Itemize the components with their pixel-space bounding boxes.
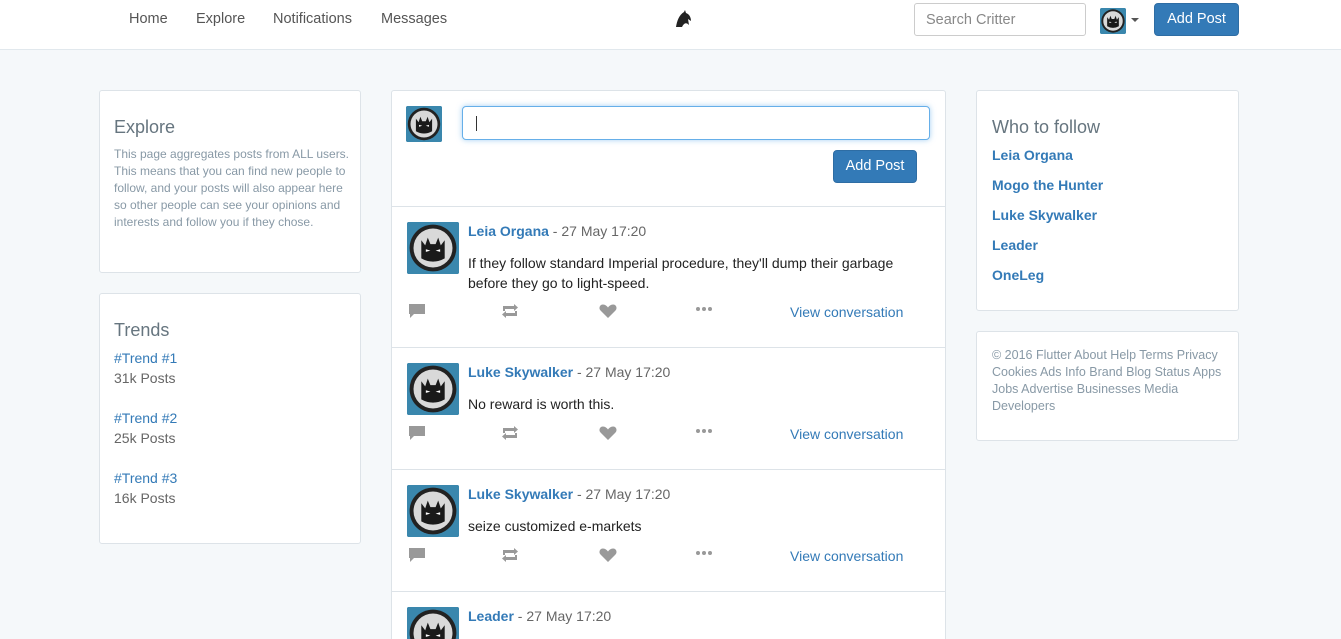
post-header: Leia Organa - 27 May 17:20 (468, 223, 646, 239)
reply-icon[interactable] (407, 424, 427, 442)
trend-link[interactable]: #Trend #3 (114, 470, 177, 486)
post-item: Leia Organa - 27 May 17:20 If they follo… (391, 206, 946, 348)
post-item: Luke Skywalker - 27 May 17:20 No reward … (391, 347, 946, 470)
who-to-follow-panel: Who to follow Leia Organa Mogo the Hunte… (976, 90, 1239, 311)
post-timestamp: - 27 May 17:20 (513, 608, 612, 624)
follow-user-link[interactable]: Mogo the Hunter (992, 177, 1103, 193)
nav-explore-link[interactable]: Explore (196, 11, 245, 27)
view-conversation-link[interactable]: View conversation (790, 304, 903, 320)
like-heart-icon[interactable] (598, 546, 618, 564)
batman-avatar-icon (407, 607, 459, 639)
more-options-icon[interactable] (694, 302, 714, 320)
post-timestamp: - 27 May 17:20 (548, 223, 647, 239)
explore-description: This page aggregates posts from ALL user… (114, 147, 350, 229)
follow-user-link[interactable]: Luke Skywalker (992, 207, 1097, 223)
nav-home-link[interactable]: Home (129, 11, 168, 27)
user-avatar-menu[interactable] (1100, 8, 1126, 34)
repost-icon[interactable] (500, 424, 520, 442)
trend-count: 31k Posts (114, 370, 176, 386)
trend-link[interactable]: #Trend #1 (114, 350, 177, 366)
bird-logo-icon[interactable] (673, 9, 693, 29)
post-text: seize customized e-markets (468, 518, 642, 534)
like-heart-icon[interactable] (598, 424, 618, 442)
post-header: Leader - 27 May 17:20 (468, 608, 611, 624)
post-author-link[interactable]: Luke Skywalker (468, 486, 573, 502)
post-text: If they follow standard Imperial procedu… (468, 255, 894, 291)
top-navbar: Home Explore Notifications Messages Add … (0, 0, 1341, 50)
text-cursor (476, 116, 477, 131)
nav-add-post-button[interactable]: Add Post (1154, 3, 1239, 36)
post-timestamp: - 27 May 17:20 (573, 364, 671, 380)
batman-avatar-icon (407, 485, 459, 537)
like-heart-icon[interactable] (598, 302, 618, 320)
more-options-icon[interactable] (694, 546, 714, 564)
footer-links-text: © 2016 Flutter About Help Terms Privacy … (992, 348, 1222, 413)
batman-avatar-icon (407, 222, 459, 274)
nav-messages-link[interactable]: Messages (381, 11, 447, 27)
view-conversation-link[interactable]: View conversation (790, 426, 903, 442)
batman-avatar-icon (406, 106, 442, 142)
reply-icon[interactable] (407, 546, 427, 564)
follow-user-link[interactable]: Leia Organa (992, 147, 1073, 163)
post-avatar[interactable] (407, 607, 459, 639)
compose-post-input[interactable] (462, 106, 930, 140)
explore-panel: Explore This page aggregates posts from … (99, 90, 361, 273)
post-avatar[interactable] (407, 485, 459, 537)
view-conversation-link[interactable]: View conversation (790, 548, 903, 564)
who-to-follow-title: Who to follow (992, 117, 1101, 137)
post-timestamp: - 27 May 17:20 (573, 486, 671, 502)
post-text: No reward is worth this. (468, 396, 615, 412)
post-item: Leader - 27 May 17:20 (391, 591, 946, 639)
post-author-link[interactable]: Leader (468, 608, 514, 624)
batman-avatar-icon (407, 363, 459, 415)
trends-title: Trends (114, 320, 170, 340)
post-header: Luke Skywalker - 27 May 17:20 (468, 364, 670, 380)
caret-down-icon[interactable] (1131, 18, 1139, 22)
composer-avatar (406, 106, 442, 142)
reply-icon[interactable] (407, 302, 427, 320)
repost-icon[interactable] (500, 546, 520, 564)
trend-count: 16k Posts (114, 490, 176, 506)
footer-panel: © 2016 Flutter About Help Terms Privacy … (976, 331, 1239, 441)
batman-avatar-icon (1100, 8, 1126, 34)
compose-add-post-button[interactable]: Add Post (833, 150, 917, 183)
trend-count: 25k Posts (114, 430, 176, 446)
trend-link[interactable]: #Trend #2 (114, 410, 177, 426)
post-avatar[interactable] (407, 363, 459, 415)
post-header: Luke Skywalker - 27 May 17:20 (468, 486, 670, 502)
repost-icon[interactable] (500, 302, 520, 320)
post-author-link[interactable]: Leia Organa (468, 223, 549, 239)
explore-title: Explore (114, 117, 176, 137)
post-item: Luke Skywalker - 27 May 17:20 seize cust… (391, 469, 946, 592)
search-input[interactable] (914, 3, 1086, 36)
more-options-icon[interactable] (694, 424, 714, 442)
trends-panel: Trends #Trend #1 31k Posts #Trend #2 25k… (99, 293, 361, 544)
post-avatar[interactable] (407, 222, 459, 274)
follow-user-link[interactable]: OneLeg (992, 267, 1044, 283)
follow-user-link[interactable]: Leader (992, 237, 1038, 253)
post-author-link[interactable]: Luke Skywalker (468, 364, 573, 380)
nav-notifications-link[interactable]: Notifications (273, 11, 352, 27)
